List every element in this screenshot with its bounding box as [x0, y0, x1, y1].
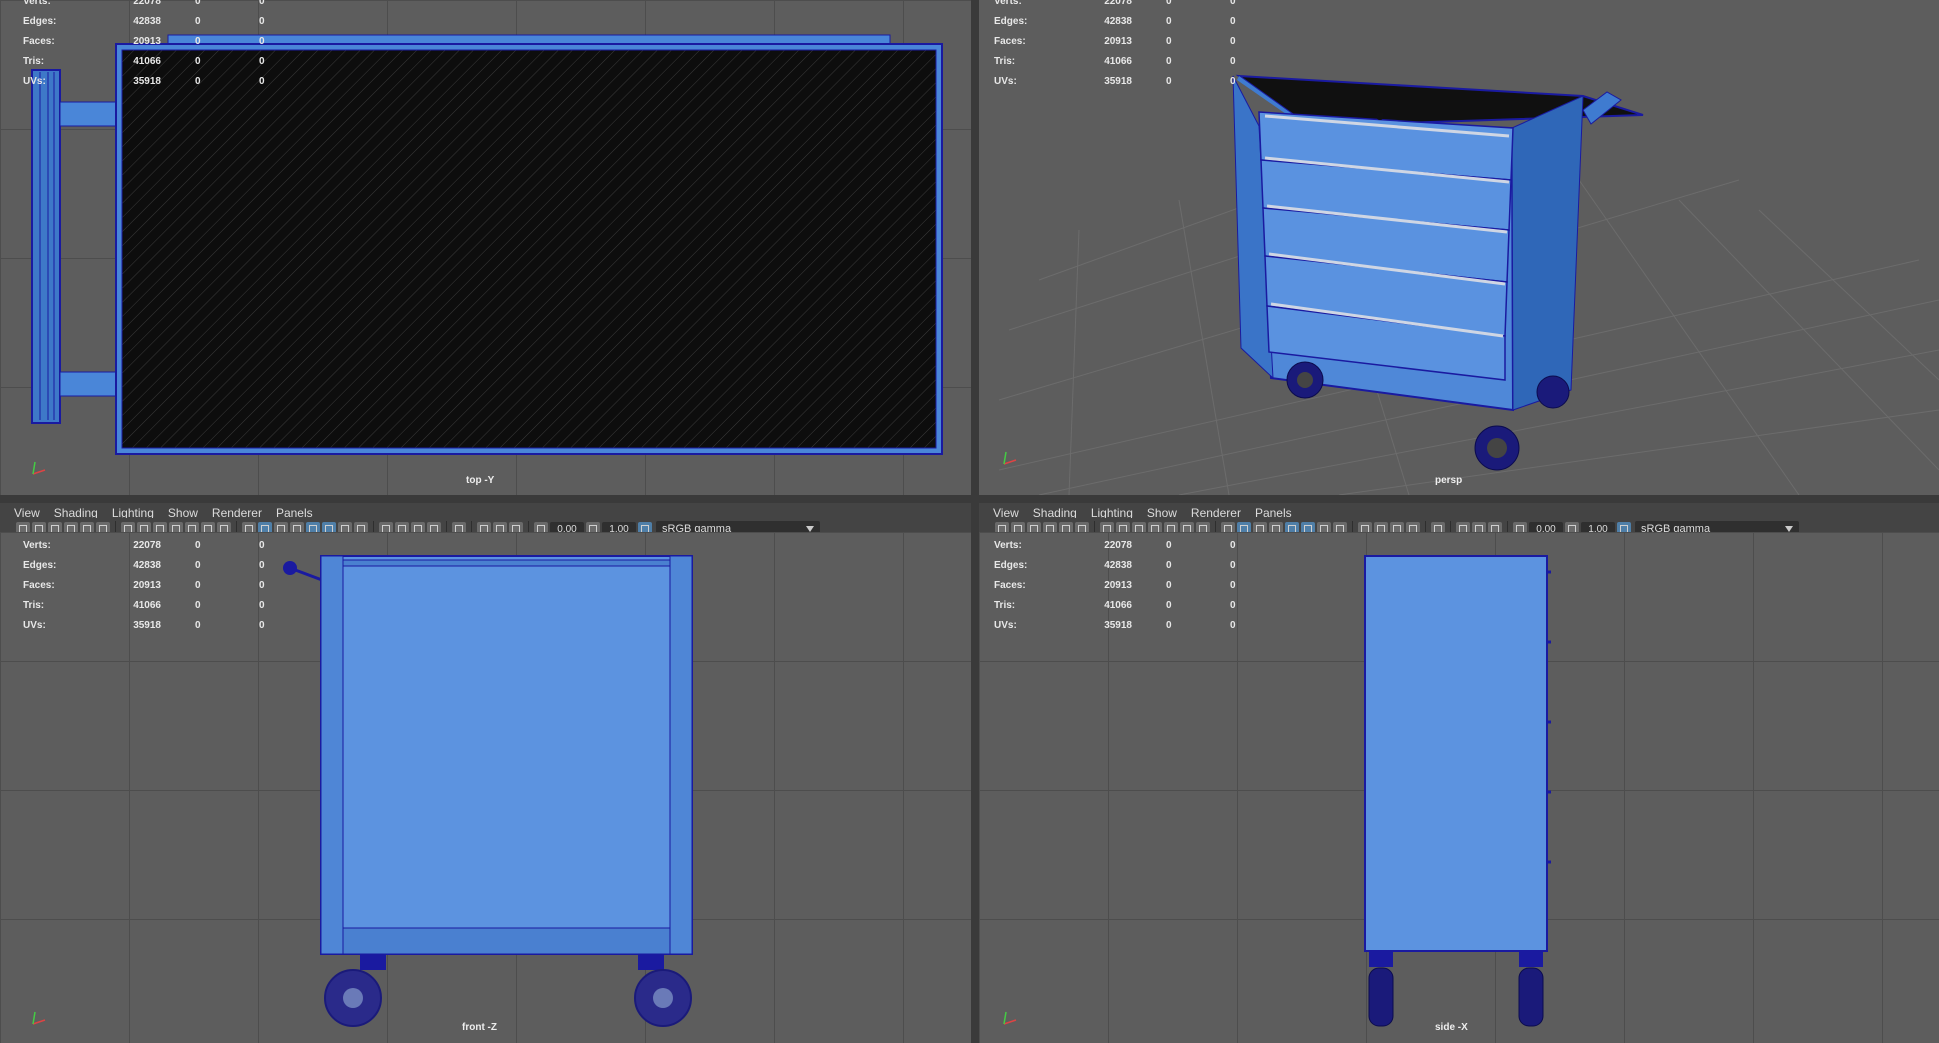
hud-value: 42838 [1104, 560, 1132, 571]
hud-value: 0 [1166, 620, 1172, 631]
hud-value: 0 [1166, 540, 1172, 551]
hud-value: 22078 [1104, 0, 1132, 7]
hud-value: 0 [195, 56, 201, 67]
hud-value: 0 [1230, 620, 1236, 631]
hud-value: 0 [195, 560, 201, 571]
hud-label: Verts: [23, 0, 51, 7]
hud-value: 41066 [1104, 56, 1132, 67]
hud-label: UVs: [23, 76, 46, 87]
hud-value: 35918 [133, 620, 161, 631]
hud-value: 0 [195, 600, 201, 611]
hud-label: Tris: [23, 600, 45, 611]
hud-value: 42838 [133, 16, 161, 27]
camera-label: top -Y [466, 475, 495, 486]
hud-value: 0 [259, 620, 265, 631]
hud-label: Faces: [994, 580, 1026, 591]
hud-value: 0 [1230, 560, 1236, 571]
hud-value: 0 [195, 36, 201, 47]
hud-value: 0 [1166, 560, 1172, 571]
hud-value: 20913 [133, 580, 161, 591]
camera-label: side -X [1435, 1022, 1468, 1033]
viewport-divider-horizontal[interactable] [0, 495, 1939, 503]
hud-value: 0 [1230, 0, 1236, 7]
hud-label: UVs: [994, 620, 1017, 631]
hud-label: Verts: [23, 540, 51, 551]
axis-gizmo-icon [32, 461, 46, 475]
hud-value: 22078 [133, 0, 161, 7]
hud-value: 35918 [1104, 76, 1132, 87]
viewport-front[interactable]: Verts: 22078 0 0 Edges: 42838 0 0 Faces: 20913 0… [0, 532, 971, 1043]
hud-value: 0 [1166, 56, 1172, 67]
hud-value: 22078 [1104, 540, 1132, 551]
hud-label: Verts: [994, 540, 1022, 551]
hud-label: Faces: [23, 36, 55, 47]
hud-label: Tris: [23, 56, 45, 67]
hud-value: 35918 [133, 76, 161, 87]
hud-value: 0 [259, 540, 265, 551]
hud-label: Verts: [994, 0, 1022, 7]
hud-label: Tris: [994, 600, 1016, 611]
hud-value: 0 [1166, 0, 1172, 7]
hud-value: 0 [1230, 540, 1236, 551]
axis-gizmo-icon [32, 1011, 46, 1025]
hud-label: UVs: [994, 76, 1017, 87]
hud-value: 0 [1166, 600, 1172, 611]
hud-value: 0 [1230, 76, 1236, 87]
hud-value: 0 [195, 580, 201, 591]
hud-value: 0 [1166, 76, 1172, 87]
camera-label: front -Z [462, 1022, 497, 1033]
hud-value: 0 [195, 540, 201, 551]
hud-value: 0 [1166, 580, 1172, 591]
hud-value: 0 [259, 0, 265, 7]
viewport-divider-vertical[interactable] [971, 0, 979, 1043]
hud-value: 41066 [133, 600, 161, 611]
hud-value: 0 [195, 620, 201, 631]
hud-value: 0 [1230, 36, 1236, 47]
top-view-model[interactable] [0, 0, 971, 495]
hud-value: 0 [1230, 56, 1236, 67]
hud-value: 42838 [133, 560, 161, 571]
persp-scene[interactable] [979, 0, 1939, 495]
hud-value: 0 [1166, 36, 1172, 47]
viewport-side[interactable]: Verts: 22078 0 0 Edges: 42838 0 0 Faces: 20913 0… [979, 532, 1939, 1043]
hud-label: Edges: [994, 560, 1028, 571]
viewport-top[interactable]: Verts: 22078 0 0 Edges: 42838 0 0 Faces: 20913 0… [0, 0, 971, 495]
axis-gizmo-icon [1003, 451, 1017, 465]
hud-value: 0 [1230, 16, 1236, 27]
hud-label: Edges: [994, 16, 1028, 27]
hud-label: Tris: [994, 56, 1016, 67]
hud-label: Edges: [23, 560, 57, 571]
hud-value: 0 [195, 76, 201, 87]
hud-value: 0 [1230, 580, 1236, 591]
hud-value: 0 [259, 560, 265, 571]
hud-value: 0 [259, 600, 265, 611]
hud-value: 0 [259, 580, 265, 591]
hud-value: 20913 [1104, 580, 1132, 591]
hud-label: Edges: [23, 16, 57, 27]
hud-value: 0 [1166, 16, 1172, 27]
viewport-persp[interactable]: Verts: 22078 0 0 Edges: 42838 0 0 Faces: 20913 0… [979, 0, 1939, 495]
hud-value: 0 [259, 36, 265, 47]
hud-value: 0 [259, 16, 265, 27]
hud-value: 0 [259, 56, 265, 67]
hud-value: 42838 [1104, 16, 1132, 27]
camera-label: persp [1435, 475, 1463, 486]
hud-value: 0 [195, 0, 201, 7]
hud-value: 22078 [133, 540, 161, 551]
hud-value: 20913 [1104, 36, 1132, 47]
hud-value: 35918 [1104, 620, 1132, 631]
hud-value: 20913 [133, 36, 161, 47]
hud-label: UVs: [23, 620, 46, 631]
hud-value: 0 [259, 76, 265, 87]
hud-value: 41066 [133, 56, 161, 67]
hud-value: 0 [1230, 600, 1236, 611]
hud-value: 0 [195, 16, 201, 27]
hud-label: Faces: [994, 36, 1026, 47]
hud-value: 41066 [1104, 600, 1132, 611]
axis-gizmo-icon [1003, 1011, 1017, 1025]
hud-label: Faces: [23, 580, 55, 591]
